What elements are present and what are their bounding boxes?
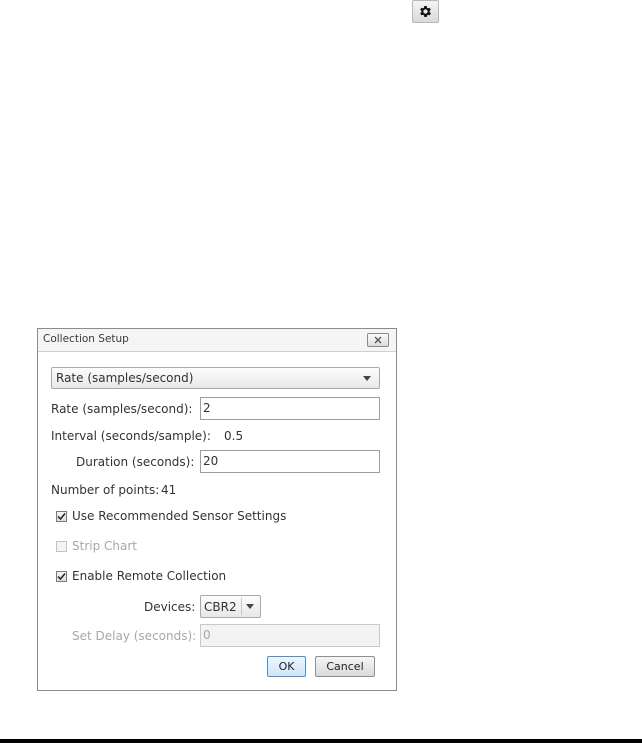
set-delay-label: Set Delay (seconds): <box>72 629 197 643</box>
devices-label: Devices: <box>144 600 196 614</box>
chevron-down-icon <box>244 601 256 612</box>
chevron-down-icon <box>360 372 374 384</box>
gear-icon <box>418 4 433 19</box>
enable-remote-label: Enable Remote Collection <box>72 569 227 583</box>
duration-label: Duration (seconds): <box>76 455 195 469</box>
enable-remote-checkbox[interactable] <box>56 570 67 582</box>
strip-chart-label: Strip Chart <box>72 539 137 553</box>
collection-mode-select[interactable]: Rate (samples/second) <box>51 367 380 389</box>
use-recommended-label: Use Recommended Sensor Settings <box>72 509 287 523</box>
settings-button[interactable] <box>412 0 439 23</box>
devices-value: CBR2 <box>204 600 237 614</box>
strip-chart-checkbox-row: Strip Chart <box>56 539 137 553</box>
strip-chart-checkbox <box>56 540 67 552</box>
collection-setup-dialog: Collection Setup Rate (samples/second) R… <box>37 328 397 691</box>
ok-button[interactable]: OK <box>267 656 306 677</box>
collection-mode-value: Rate (samples/second) <box>56 371 194 385</box>
dialog-title: Collection Setup <box>43 333 129 345</box>
use-recommended-checkbox[interactable] <box>56 510 67 522</box>
rate-input[interactable]: 2 <box>200 397 380 420</box>
enable-remote-checkbox-row[interactable]: Enable Remote Collection <box>56 569 226 583</box>
set-delay-input: 0 <box>200 624 380 647</box>
devices-select[interactable]: CBR2 <box>200 595 261 618</box>
duration-input[interactable]: 20 <box>200 450 380 473</box>
rate-label: Rate (samples/second): <box>51 402 193 416</box>
interval-label: Interval (seconds/sample): <box>51 429 211 443</box>
titlebar-divider <box>38 351 396 352</box>
cancel-button[interactable]: Cancel <box>315 656 375 677</box>
devices-divider <box>241 598 242 615</box>
use-recommended-checkbox-row[interactable]: Use Recommended Sensor Settings <box>56 509 286 523</box>
interval-value: 0.5 <box>224 429 244 443</box>
points-value: 41 <box>161 483 177 497</box>
dialog-titlebar: Collection Setup <box>38 329 396 351</box>
points-label: Number of points: <box>51 483 160 497</box>
close-button[interactable] <box>367 333 389 347</box>
close-icon <box>373 333 383 347</box>
page-bottom-rule <box>0 739 642 743</box>
